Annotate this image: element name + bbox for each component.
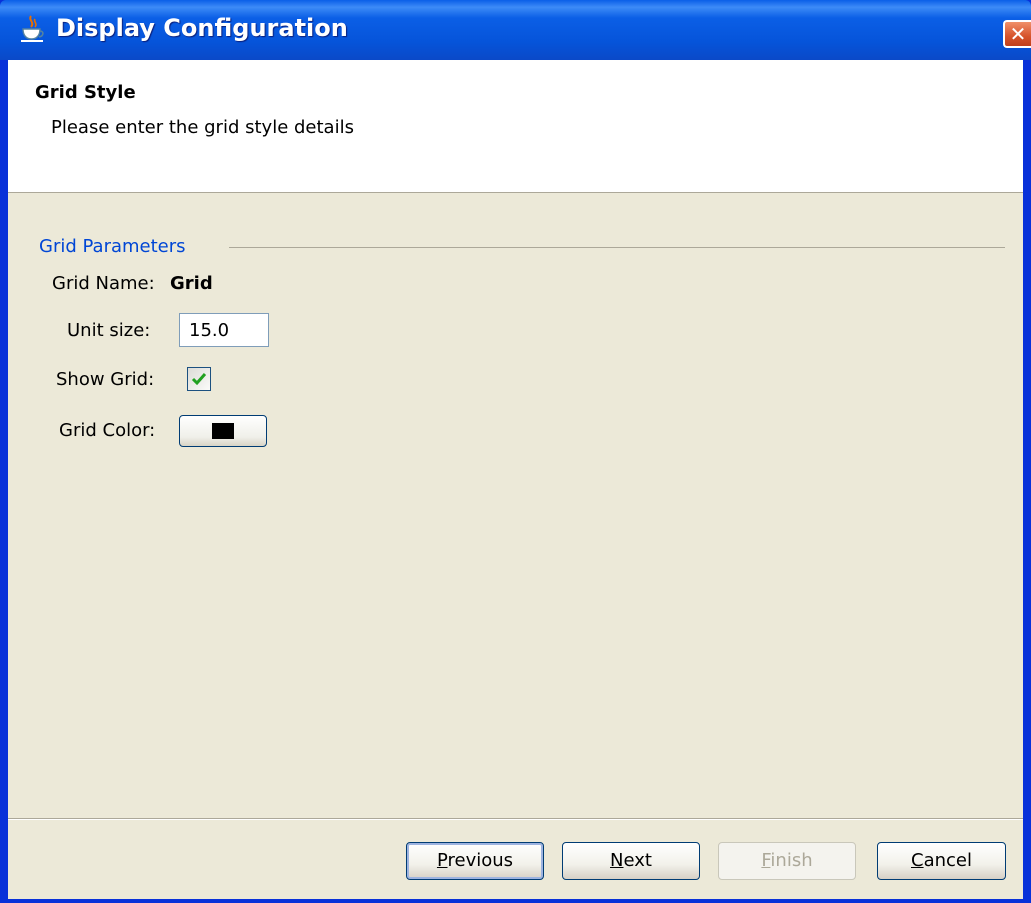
next-button[interactable]: Next	[562, 842, 700, 880]
previous-mnemonic: P	[436, 850, 448, 871]
grid-color-button[interactable]	[179, 415, 267, 447]
unit-size-input[interactable]	[179, 313, 269, 347]
page-title: Grid Style	[35, 82, 136, 103]
previous-label-rest: revious	[447, 850, 514, 871]
close-icon: ✕	[1009, 22, 1027, 46]
grid-color-label: Grid Color:	[59, 420, 156, 441]
show-grid-checkbox[interactable]	[187, 367, 211, 391]
next-mnemonic: N	[610, 850, 624, 871]
unit-size-label: Unit size:	[67, 320, 151, 341]
color-swatch	[212, 423, 234, 439]
grid-name-value: Grid	[170, 273, 213, 294]
previous-button[interactable]: Previous	[406, 842, 544, 880]
group-legend: Grid Parameters	[39, 236, 186, 257]
java-cup-icon	[21, 15, 44, 42]
grid-name-label: Grid Name:	[52, 273, 155, 294]
show-grid-label: Show Grid:	[56, 369, 155, 390]
dialog-window: Display Configuration ✕ Grid Style Pleas…	[0, 0, 1031, 903]
cancel-mnemonic: C	[911, 850, 924, 871]
page-subtitle: Please enter the grid style details	[51, 117, 354, 138]
finish-label-rest: inish	[770, 850, 813, 871]
footer-divider-highlight	[8, 819, 1023, 820]
window-title: Display Configuration	[56, 14, 348, 42]
group-divider	[229, 247, 1005, 248]
title-bar[interactable]: Display Configuration ✕	[0, 0, 1031, 60]
cancel-label-rest: ancel	[923, 850, 972, 871]
wizard-header: Grid Style Please enter the grid style d…	[8, 60, 1023, 193]
next-label-rest: ext	[623, 850, 652, 871]
close-button[interactable]: ✕	[1003, 20, 1031, 48]
cancel-button[interactable]: Cancel	[877, 842, 1006, 880]
checkmark-icon	[191, 373, 207, 386]
finish-button[interactable]: Finish	[718, 842, 856, 880]
